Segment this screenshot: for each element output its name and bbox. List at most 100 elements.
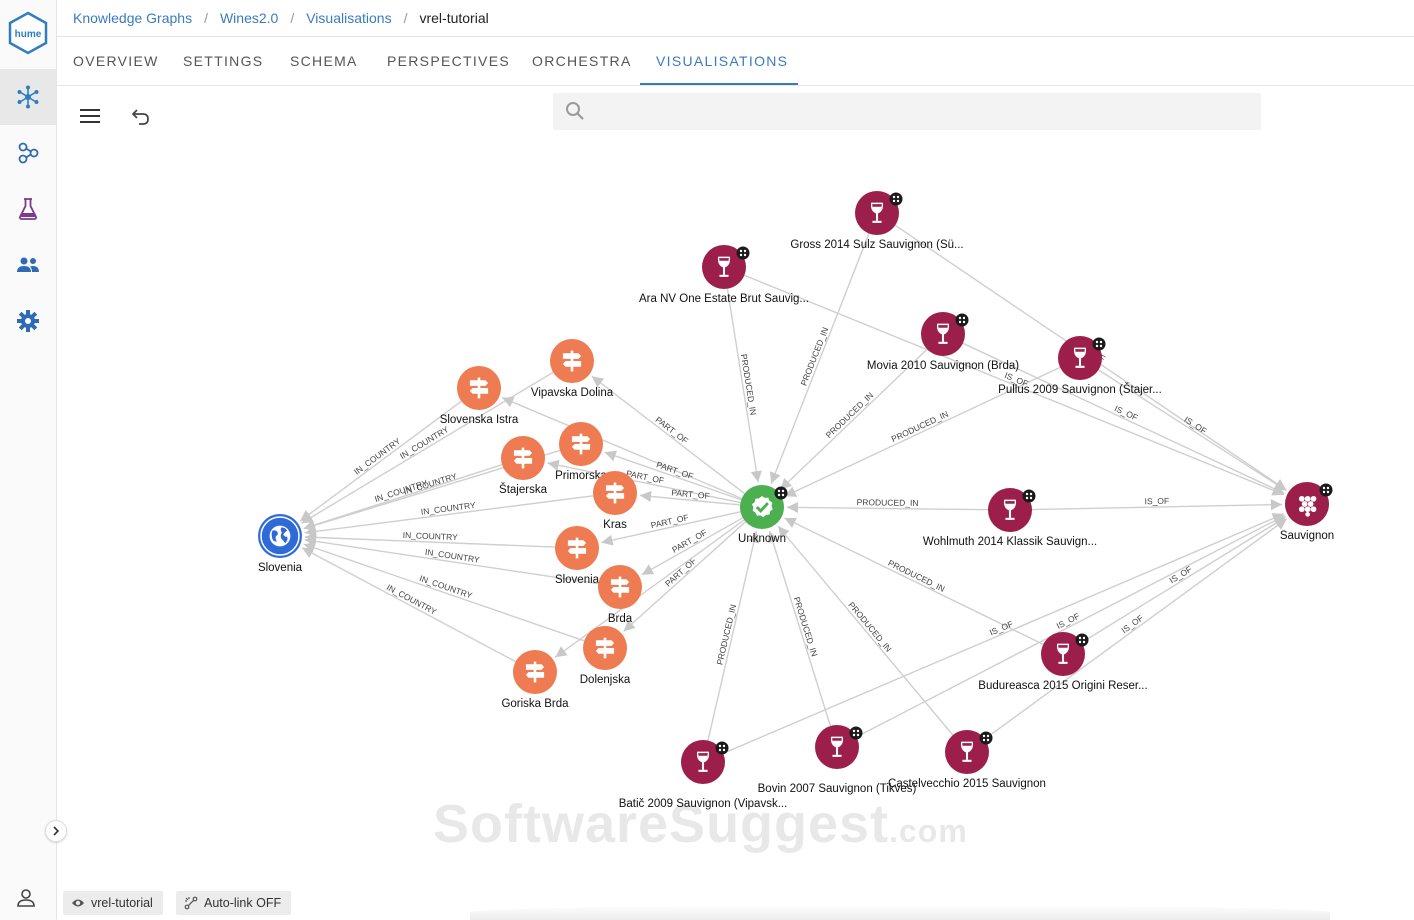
node-label: Sauvignon xyxy=(1280,530,1334,542)
expand-badge-icon[interactable] xyxy=(889,192,903,206)
expand-badge-icon[interactable] xyxy=(715,741,729,755)
expand-badge-icon[interactable] xyxy=(736,246,750,260)
undo-button[interactable] xyxy=(127,102,155,130)
breadcrumb-knowledge-graphs[interactable]: Knowledge Graphs xyxy=(73,10,192,26)
hamburger-menu-icon xyxy=(80,109,100,123)
breadcrumb: Knowledge Graphs / Wines2.0 / Visualisat… xyxy=(73,10,489,26)
graph-edge[interactable]: PRODUCED_IN xyxy=(767,530,832,727)
graph-node-slovenia[interactable]: Slovenia xyxy=(258,514,303,574)
breadcrumb-current: vrel-tutorial xyxy=(419,10,489,26)
tab-orchestra[interactable]: ORCHESTRA xyxy=(532,37,632,85)
node-label: Pullus 2009 Sauvignon (Štajer... xyxy=(998,383,1162,396)
search-input[interactable] xyxy=(597,93,1251,132)
edge-label: PRODUCED_IN xyxy=(857,497,919,508)
edge-label: IN_COUNTRY xyxy=(352,436,402,477)
graph-node-stajerska[interactable]: Štajerska xyxy=(499,436,548,496)
node-label: Štajerska xyxy=(499,483,548,496)
graph-edge[interactable]: IS_OF xyxy=(984,518,1288,740)
perspective-chip-label: vrel-tutorial xyxy=(91,896,153,910)
node-label: Vipavska Dolina xyxy=(531,387,614,399)
sidebar-item-settings[interactable] xyxy=(0,293,56,349)
graph-canvas[interactable]: IN_COUNTRYIN_COUNTRYIN_COUNTRYIN_COUNTRY… xyxy=(57,140,1414,880)
expand-badge-icon[interactable] xyxy=(1075,633,1089,647)
breadcrumb-visualisations[interactable]: Visualisations xyxy=(306,10,391,26)
node-label: Wohlmuth 2014 Klassik Sauvign... xyxy=(923,536,1097,548)
sidebar-item-graph[interactable] xyxy=(0,69,56,125)
sidebar: hume xyxy=(0,0,57,920)
node-label: Slovenska Istra xyxy=(440,414,519,426)
sidebar-item-users[interactable] xyxy=(0,237,56,293)
expand-badge-icon[interactable] xyxy=(1022,489,1036,503)
sidebar-item-lab[interactable] xyxy=(0,181,56,237)
graph-edge[interactable]: PRODUCED_IN xyxy=(726,288,762,483)
graph-edge[interactable]: IS_OF xyxy=(856,514,1286,738)
graph-node-sauvignon[interactable]: Sauvignon xyxy=(1280,482,1334,542)
graph-node-dolenjska[interactable]: Dolenjska xyxy=(580,626,631,686)
perspective-chip[interactable]: vrel-tutorial xyxy=(63,891,163,915)
node-label: Brda xyxy=(608,613,633,625)
hume-logo[interactable]: hume xyxy=(7,11,49,55)
graph-edge[interactable]: PART_OF xyxy=(639,487,741,506)
expand-badge-icon[interactable] xyxy=(955,313,969,327)
tab-settings[interactable]: SETTINGS xyxy=(183,37,263,85)
svg-text:hume: hume xyxy=(15,29,42,40)
expand-badge-icon[interactable] xyxy=(979,731,993,745)
sidebar-item-schema[interactable] xyxy=(0,125,56,181)
autolink-icon xyxy=(184,896,198,910)
graph-node-budureasca[interactable]: Budureasca 2015 Origini Reser... xyxy=(978,632,1148,692)
autolink-chip-label: Auto-link OFF xyxy=(204,896,282,910)
graph-edge[interactable]: IS_OF xyxy=(1081,516,1287,644)
node-label: Budureasca 2015 Origini Reser... xyxy=(978,680,1147,692)
node-label: Movia 2010 Sauvignon (Brda) xyxy=(867,360,1019,372)
graph-edge[interactable]: IN_COUNTRY xyxy=(304,530,556,548)
graph-edge[interactable]: PRODUCED_IN xyxy=(769,233,870,484)
eye-icon xyxy=(72,899,84,907)
graph-node-brda[interactable]: Brda xyxy=(598,565,642,625)
node-label: Slovenia xyxy=(258,562,303,574)
user-account-icon[interactable] xyxy=(14,886,38,910)
expand-badge-icon[interactable] xyxy=(774,486,788,500)
graph-icon xyxy=(17,85,39,109)
graph-node-slovenia2[interactable]: Slovenia xyxy=(555,526,600,586)
schema-icon xyxy=(18,142,39,164)
expand-badge-icon[interactable] xyxy=(1092,337,1106,351)
tab-visualisations[interactable]: VISUALISATIONS xyxy=(656,37,788,85)
graph-node-unknown[interactable]: Unknown xyxy=(738,485,788,545)
graph-node-castel[interactable]: Castelvecchio 2015 Sauvignon xyxy=(888,730,1046,790)
graph-node-gross[interactable]: Gross 2014 Sulz Sauvignon (Sü... xyxy=(790,191,964,251)
edge-label: IN_COUNTRY xyxy=(403,530,459,542)
tab-perspectives[interactable]: PERSPECTIVES xyxy=(387,37,510,85)
graph-node-pullus[interactable]: Pullus 2009 Sauvignon (Štajer... xyxy=(998,336,1162,396)
tab-overview[interactable]: OVERVIEW xyxy=(73,37,159,85)
watermark: SoftwareSuggest.com xyxy=(433,794,968,854)
graph-node-wohlmuth[interactable]: Wohlmuth 2014 Klassik Sauvign... xyxy=(923,488,1097,548)
autolink-chip[interactable]: Auto-link OFF xyxy=(176,891,292,915)
tab-bar: OVERVIEW SETTINGS SCHEMA PERSPECTIVES OR… xyxy=(57,37,1414,86)
node-label: Gross 2014 Sulz Sauvignon (Sü... xyxy=(790,239,963,251)
graph-node-vipavska[interactable]: Vipavska Dolina xyxy=(531,339,614,399)
graph-node-primorska[interactable]: Primorska xyxy=(555,422,607,482)
gear-icon xyxy=(17,310,39,332)
breadcrumb-wines[interactable]: Wines2.0 xyxy=(220,10,278,26)
graph-edge[interactable]: PRODUCED_IN xyxy=(786,497,989,514)
node-label: Slovenia xyxy=(555,574,600,586)
expand-badge-icon[interactable] xyxy=(849,726,863,740)
edge-label: PRODUCED_IN xyxy=(799,326,831,387)
edge-label: PRODUCED_IN xyxy=(890,409,950,444)
graph-edge[interactable]: IN_COUNTRY xyxy=(301,547,516,663)
search-icon xyxy=(566,102,584,120)
graph-node-ara[interactable]: Ara NV One Estate Brut Sauvig... xyxy=(639,245,809,305)
node-label: Goriska Brda xyxy=(501,698,569,710)
graph-node-kras[interactable]: Kras xyxy=(593,471,637,531)
graph-node-movia[interactable]: Movia 2010 Sauvignon (Brda) xyxy=(867,312,1019,372)
edge-label: PRODUCED_IN xyxy=(886,558,946,594)
edge-label: PRODUCED_IN xyxy=(846,600,893,654)
menu-button[interactable] xyxy=(76,102,104,130)
expand-badge-icon[interactable] xyxy=(1319,483,1333,497)
graph-edge[interactable]: IS_OF xyxy=(1031,496,1283,511)
graph-node-istra[interactable]: Slovenska Istra xyxy=(440,366,519,426)
graph-edge[interactable]: PRODUCED_IN xyxy=(707,531,760,741)
edge-label: PRODUCED_IN xyxy=(739,353,759,416)
edge-label: PRODUCED_IN xyxy=(824,390,876,440)
tab-schema[interactable]: SCHEMA xyxy=(290,37,358,85)
